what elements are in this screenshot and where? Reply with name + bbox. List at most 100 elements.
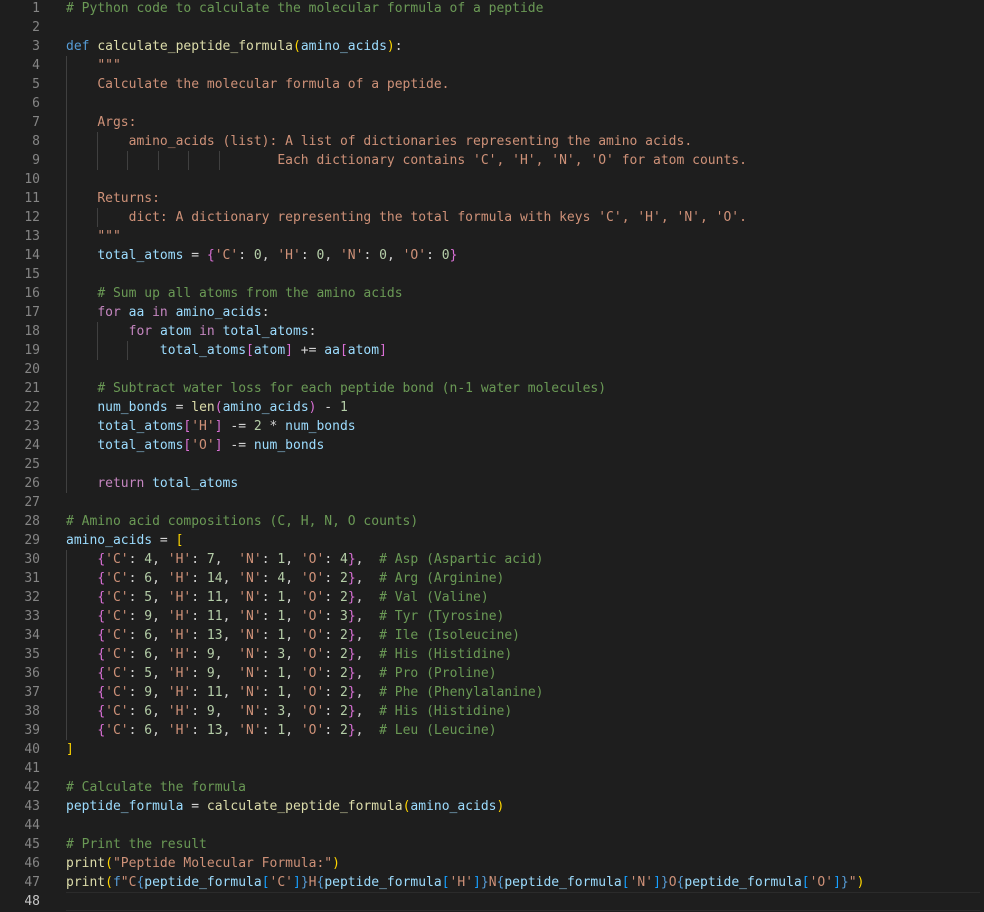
code-line[interactable]: 25: [0, 455, 984, 474]
code-token: dict: A dictionary representing the tota…: [128, 210, 747, 225]
code-line[interactable]: 13 """: [0, 227, 984, 246]
code-token: {: [206, 248, 215, 263]
code-text[interactable]: {'C': 6, 'H': 9, 'N': 3, 'O': 2}, # His …: [66, 645, 980, 664]
code-line[interactable]: 28 # Amino acid compositions (C, H, N, O …: [0, 512, 984, 531]
code-text[interactable]: total_atoms[atom] += aa[atom]: [66, 341, 980, 360]
code-line[interactable]: 22 num_bonds = len(amino_acids) - 1: [0, 398, 984, 417]
code-line[interactable]: 5 Calculate the molecular formula of a p…: [0, 75, 984, 94]
code-text[interactable]: ]: [66, 740, 980, 759]
code-line[interactable]: 32 {'C': 5, 'H': 11, 'N': 1, 'O': 2}, # …: [0, 588, 984, 607]
code-line[interactable]: 30 {'C': 4, 'H': 7, 'N': 1, 'O': 4}, # A…: [0, 550, 984, 569]
code-line[interactable]: 38 {'C': 6, 'H': 9, 'N': 3, 'O': 2}, # H…: [0, 702, 984, 721]
code-text[interactable]: Returns:: [66, 189, 980, 208]
code-text[interactable]: {'C': 6, 'H': 13, 'N': 1, 'O': 2}, # Leu…: [66, 721, 980, 740]
code-line[interactable]: 31 {'C': 6, 'H': 14, 'N': 4, 'O': 2}, # …: [0, 569, 984, 588]
code-line[interactable]: 37 {'C': 9, 'H': 11, 'N': 1, 'O': 2}, # …: [0, 683, 984, 702]
code-text[interactable]: amino_acids = [: [66, 531, 980, 550]
code-line[interactable]: 1 # Python code to calculate the molecula…: [0, 0, 984, 18]
code-line[interactable]: 8 amino_acids (list): A list of dictiona…: [0, 132, 984, 151]
code-token: ,: [152, 609, 168, 624]
code-line[interactable]: 46 print("Peptide Molecular Formula:"): [0, 854, 984, 873]
code-text[interactable]: return total_atoms: [66, 474, 980, 493]
code-text[interactable]: # Print the result: [66, 835, 980, 854]
code-text[interactable]: # Amino acid compositions (C, H, N, O co…: [66, 512, 980, 531]
code-text[interactable]: {'C': 6, 'H': 9, 'N': 3, 'O': 2}, # His …: [66, 702, 980, 721]
code-editor[interactable]: 1 # Python code to calculate the molecula…: [0, 0, 984, 912]
code-token: :: [261, 590, 278, 605]
code-text[interactable]: # Sum up all atoms from the amino acids: [66, 284, 980, 303]
code-line[interactable]: 7 Args:: [0, 113, 984, 132]
line-number: 2: [32, 20, 40, 35]
code-line[interactable]: 11 Returns:: [0, 189, 984, 208]
code-text[interactable]: dict: A dictionary representing the tota…: [66, 208, 980, 227]
code-token: {: [97, 666, 106, 681]
code-text[interactable]: {'C': 6, 'H': 13, 'N': 1, 'O': 2}, # Ile…: [66, 626, 980, 645]
code-line[interactable]: 41: [0, 759, 984, 778]
code-text[interactable]: {'C': 4, 'H': 7, 'N': 1, 'O': 4}, # Asp …: [66, 550, 980, 569]
code-text[interactable]: num_bonds = len(amino_acids) - 1: [66, 398, 980, 417]
code-line[interactable]: 48: [0, 892, 984, 911]
code-text[interactable]: {'C': 9, 'H': 11, 'N': 1, 'O': 3}, # Tyr…: [66, 607, 980, 626]
code-line[interactable]: 27: [0, 493, 984, 512]
code-text[interactable]: {'C': 6, 'H': 14, 'N': 4, 'O': 2}, # Arg…: [66, 569, 980, 588]
code-line[interactable]: 33 {'C': 9, 'H': 11, 'N': 1, 'O': 3}, # …: [0, 607, 984, 626]
code-text[interactable]: {'C': 5, 'H': 9, 'N': 1, 'O': 2}, # Pro …: [66, 664, 980, 683]
code-line[interactable]: 34 {'C': 6, 'H': 13, 'N': 1, 'O': 2}, # …: [0, 626, 984, 645]
code-line[interactable]: 3 def calculate_peptide_formula(amino_aci…: [0, 37, 984, 56]
code-text[interactable]: # Calculate the formula: [66, 778, 980, 797]
code-line[interactable]: 29 amino_acids = [: [0, 531, 984, 550]
code-text[interactable]: amino_acids (list): A list of dictionari…: [66, 132, 980, 151]
code-line[interactable]: 42 # Calculate the formula: [0, 778, 984, 797]
code-text[interactable]: {'C': 5, 'H': 11, 'N': 1, 'O': 2}, # Val…: [66, 588, 980, 607]
code-line[interactable]: 39 {'C': 6, 'H': 13, 'N': 1, 'O': 2}, # …: [0, 721, 984, 740]
code-line[interactable]: 16 # Sum up all atoms from the amino aci…: [0, 284, 984, 303]
code-token: # Sum up all atoms from the amino acids: [97, 286, 403, 301]
code-line[interactable]: 24 total_atoms['O'] -= num_bonds: [0, 436, 984, 455]
code-line[interactable]: 45 # Print the result: [0, 835, 984, 854]
code-line[interactable]: 18 for atom in total_atoms:: [0, 322, 984, 341]
code-line[interactable]: 20: [0, 360, 984, 379]
code-text[interactable]: for atom in total_atoms:: [66, 322, 980, 341]
code-line[interactable]: 12 dict: A dictionary representing the t…: [0, 208, 984, 227]
code-line[interactable]: 47 print(f"C{peptide_formula['C']}H{pepti…: [0, 873, 984, 892]
code-line[interactable]: 23 total_atoms['H'] -= 2 * num_bonds: [0, 417, 984, 436]
code-text[interactable]: # Python code to calculate the molecular…: [66, 0, 980, 18]
code-text[interactable]: total_atoms['H'] -= 2 * num_bonds: [66, 417, 980, 436]
code-text[interactable]: Calculate the molecular formula of a pep…: [66, 75, 980, 94]
code-line[interactable]: 26 return total_atoms: [0, 474, 984, 493]
code-text[interactable]: [66, 892, 980, 911]
code-text[interactable]: print(f"C{peptide_formula['C']}H{peptide…: [66, 873, 980, 892]
code-line[interactable]: 44: [0, 816, 984, 835]
code-line[interactable]: 9 Each dictionary contains 'C', 'H', 'N'…: [0, 151, 984, 170]
code-text[interactable]: peptide_formula = calculate_peptide_form…: [66, 797, 980, 816]
code-line[interactable]: 17 for aa in amino_acids:: [0, 303, 984, 322]
code-line[interactable]: 21 # Subtract water loss for each peptid…: [0, 379, 984, 398]
code-text[interactable]: """: [66, 56, 980, 75]
code-line[interactable]: 36 {'C': 5, 'H': 9, 'N': 1, 'O': 2}, # P…: [0, 664, 984, 683]
code-line[interactable]: 4 """: [0, 56, 984, 75]
code-text[interactable]: def calculate_peptide_formula(amino_acid…: [66, 37, 980, 56]
code-line[interactable]: 35 {'C': 6, 'H': 9, 'N': 3, 'O': 2}, # H…: [0, 645, 984, 664]
code-text[interactable]: total_atoms['O'] -= num_bonds: [66, 436, 980, 455]
code-text[interactable]: """: [66, 227, 980, 246]
code-line[interactable]: 19 total_atoms[atom] += aa[atom]: [0, 341, 984, 360]
code-text[interactable]: # Subtract water loss for each peptide b…: [66, 379, 980, 398]
code-text[interactable]: total_atoms = {'C': 0, 'H': 0, 'N': 0, '…: [66, 246, 980, 265]
code-token: :: [128, 609, 145, 624]
code-line[interactable]: 6: [0, 94, 984, 113]
code-line[interactable]: 40]: [0, 740, 984, 759]
code-line[interactable]: 15: [0, 265, 984, 284]
code-token: ,: [285, 609, 301, 624]
code-line[interactable]: 10: [0, 170, 984, 189]
code-line[interactable]: 2: [0, 18, 984, 37]
code-text[interactable]: print("Peptide Molecular Formula:"): [66, 854, 980, 873]
code-text[interactable]: Each dictionary contains 'C', 'H', 'N', …: [66, 151, 980, 170]
code-text[interactable]: Args:: [66, 113, 980, 132]
code-line[interactable]: 43 peptide_formula = calculate_peptide_fo…: [0, 797, 984, 816]
code-line[interactable]: 14 total_atoms = {'C': 0, 'H': 0, 'N': 0…: [0, 246, 984, 265]
code-text[interactable]: for aa in amino_acids:: [66, 303, 980, 322]
code-text[interactable]: {'C': 9, 'H': 11, 'N': 1, 'O': 2}, # Phe…: [66, 683, 980, 702]
code-token: ,: [285, 704, 301, 719]
